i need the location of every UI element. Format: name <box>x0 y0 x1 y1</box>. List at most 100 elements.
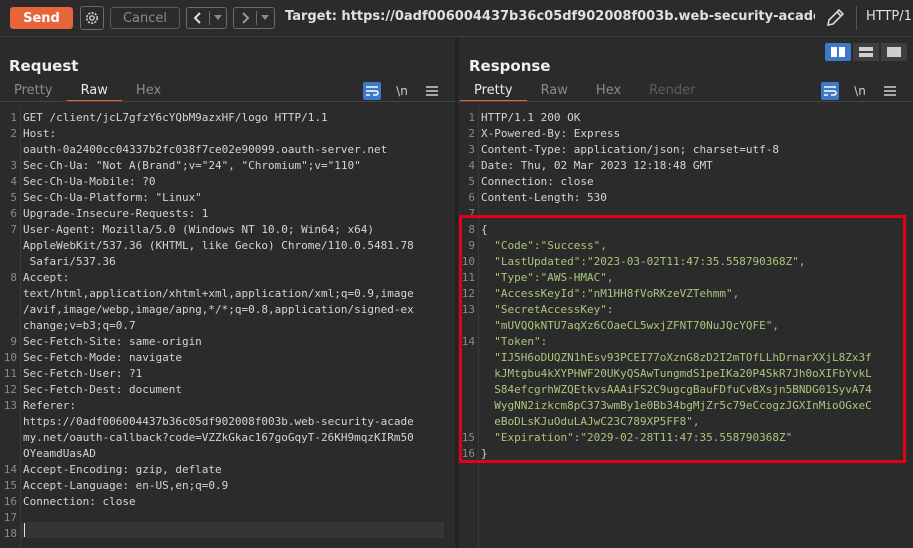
hamburger-menu-icon <box>884 86 896 96</box>
tab-request-pretty[interactable]: Pretty <box>0 81 67 101</box>
response-code-line: "Type":"AWS-HMAC", <box>481 271 614 284</box>
http-version[interactable]: HTTP/1 <box>866 9 912 24</box>
request-tools: \n <box>363 81 441 101</box>
request-line-number: 4 <box>10 175 17 188</box>
response-panel: Response Pretty Raw Hex Render \n 1 HTTP/… <box>458 37 913 548</box>
response-line-number: 9 <box>468 239 475 252</box>
response-code-line: "LastUpdated":"2023-03-02T11:47:35.55879… <box>481 255 806 268</box>
request-line-number: 14 <box>3 463 17 476</box>
request-line-number: 17 <box>3 511 17 524</box>
response-code-line: HTTP/1.1 200 OK <box>481 111 581 124</box>
response-line-number: 16 <box>461 447 475 460</box>
wrap-lines-icon <box>366 86 379 96</box>
request-line-number: 8 <box>10 271 17 284</box>
response-code-line: "Code":"Success", <box>481 239 607 252</box>
settings-gear-button[interactable] <box>80 6 104 30</box>
request-code-line: Sec-Ch-Ua-Mobile: ?0 <box>23 175 156 188</box>
response-code-line: { <box>481 223 488 236</box>
request-line-number: 1 <box>10 111 17 124</box>
target-url: Target: https://0adf006004437b36c05df902… <box>285 9 815 24</box>
forward-button[interactable] <box>234 8 256 28</box>
edit-target-button[interactable] <box>824 7 846 29</box>
response-menu-button[interactable] <box>881 82 899 100</box>
response-editor[interactable]: 1 HTTP/1.1 200 OK 2 X-Powered-By: Express 3 C… <box>458 106 913 548</box>
response-line-number: 2 <box>468 127 475 140</box>
response-newline-toggle[interactable]: \n <box>851 82 869 100</box>
layout-switcher <box>825 43 907 61</box>
response-line-number: 6 <box>468 191 475 204</box>
text-caret <box>24 523 25 537</box>
request-code-line: Connection: close <box>23 495 136 508</box>
request-line-number: 12 <box>3 383 17 396</box>
response-code-line: S84efcgrhWZQEtkvsAAAiFS2C9ugcgBauFDfuCvB… <box>481 383 872 396</box>
response-line-number: 7 <box>468 207 475 220</box>
request-code-line: Sec-Fetch-Site: same-origin <box>23 335 202 348</box>
response-line-number: 11 <box>461 271 475 284</box>
request-line-number: 10 <box>3 351 17 364</box>
request-code-line: Host: <box>23 127 57 140</box>
request-line-number: 15 <box>3 479 17 492</box>
response-code-line: Connection: close <box>481 175 594 188</box>
response-title: Response <box>469 57 551 75</box>
back-history-dropdown[interactable] <box>210 8 226 28</box>
response-line-number: 15 <box>461 431 475 444</box>
response-code-line: "Expiration":"2029-02-28T11:47:35.558790… <box>481 431 793 444</box>
response-tabs: Pretty Raw Hex Render <box>460 81 709 102</box>
layout-single-button[interactable] <box>881 43 907 61</box>
request-code-line: Accept-Language: en-US,en;q=0.9 <box>23 479 229 492</box>
tab-response-pretty[interactable]: Pretty <box>460 81 527 102</box>
response-wrap-toggle[interactable] <box>821 82 839 100</box>
tab-request-raw[interactable]: Raw <box>66 81 123 102</box>
request-code-line: Sec-Fetch-User: ?1 <box>23 367 143 380</box>
response-code-line: "Token": <box>481 335 548 348</box>
response-line-number: 5 <box>468 175 475 188</box>
hamburger-menu-icon <box>426 86 438 96</box>
response-tools: \n <box>821 81 899 101</box>
request-code-line: User-Agent: Mozilla/5.0 (Windows NT 10.0… <box>23 223 374 236</box>
toolbar-divider <box>856 6 857 30</box>
pencil-icon <box>826 8 845 27</box>
request-newline-toggle[interactable]: \n <box>393 82 411 100</box>
request-line-number: 13 <box>3 399 17 412</box>
current-line-highlight <box>21 522 444 538</box>
request-editor[interactable]: 1 GET /client/jcL7gfzY6cYQbM9azxHF/logo H… <box>0 106 455 548</box>
response-line-number: 8 <box>468 223 475 236</box>
request-code-line: Safari/537.36 <box>23 255 116 268</box>
chevron-left-icon <box>193 12 201 24</box>
back-button[interactable] <box>187 8 209 28</box>
columns-icon <box>831 47 845 57</box>
request-line-number: 7 <box>10 223 17 236</box>
wrap-lines-icon <box>824 86 837 96</box>
request-line-number: 18 <box>3 527 17 540</box>
send-button[interactable]: Send <box>10 7 73 29</box>
caret-down-icon <box>214 15 222 20</box>
request-wrap-toggle[interactable] <box>363 82 381 100</box>
request-panel: Request Pretty Raw Hex \n 1 GET /client/j… <box>0 37 455 548</box>
response-line-number: 1 <box>468 111 475 124</box>
response-line-number: 3 <box>468 143 475 156</box>
request-code-line: Accept-Encoding: gzip, deflate <box>23 463 222 476</box>
tab-response-render[interactable]: Render <box>635 81 709 101</box>
request-line-number: 16 <box>3 495 17 508</box>
request-code-line: GET /client/jcL7gfzY6cYQbM9azxHF/logo HT… <box>23 111 328 124</box>
tab-response-hex[interactable]: Hex <box>582 81 635 101</box>
toolbar: Send Cancel Target: https://0adf00600443… <box>0 0 913 37</box>
response-code-line: "mUVQQkNTU7aqXz6COaeCL5wxjZFNT70NuJQcYQF… <box>481 319 780 332</box>
request-code-line: change;v=b3;q=0.7 <box>23 319 136 332</box>
response-code-line: } <box>481 447 488 460</box>
forward-history-dropdown[interactable] <box>257 8 273 28</box>
tab-request-hex[interactable]: Hex <box>122 81 175 101</box>
layout-side-by-side-button[interactable] <box>825 43 851 61</box>
request-code-line: text/html,application/xhtml+xml,applicat… <box>23 287 414 300</box>
response-code-line: eBoDLsKJuOduLAJwC23C789XP5FF8", <box>481 415 700 428</box>
request-tabs: Pretty Raw Hex <box>0 81 175 102</box>
layout-stacked-button[interactable] <box>853 43 879 61</box>
request-code-line: AppleWebKit/537.36 (KHTML, like Gecko) C… <box>23 239 414 252</box>
response-code-line: Content-Type: application/json; charset=… <box>481 143 780 156</box>
chevron-right-icon <box>242 12 250 24</box>
request-menu-button[interactable] <box>423 82 441 100</box>
cancel-button[interactable]: Cancel <box>110 7 180 29</box>
tab-response-raw[interactable]: Raw <box>527 81 582 101</box>
response-line-number: 4 <box>468 159 475 172</box>
response-code-line: WygNN2izkcm8pC373wmBy1e0Bb34bgMjZr5c79eC… <box>481 399 872 412</box>
